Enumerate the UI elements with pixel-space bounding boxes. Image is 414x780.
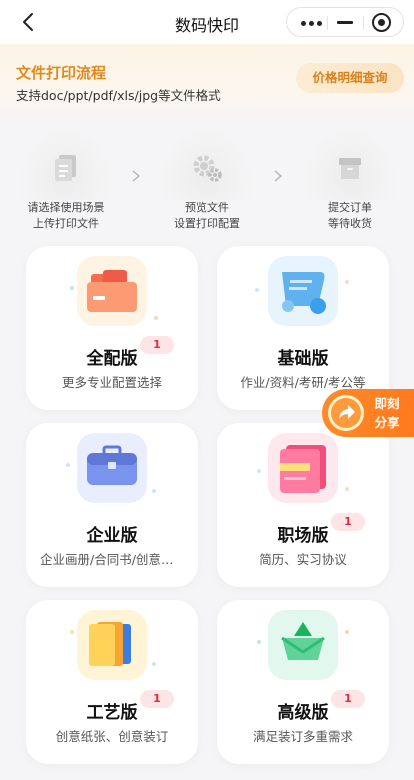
- scroll-icon: [282, 272, 326, 314]
- plan-description: 满足装订多重需求: [252, 729, 353, 744]
- count-badge: 1: [331, 513, 365, 531]
- step-label: 等待收货: [328, 217, 372, 230]
- step-label: 请选择使用场景: [27, 201, 105, 214]
- chevron-right-icon: [132, 170, 141, 182]
- plan-card-basic[interactable]: 基础版 作业/资料/考研/考公等: [217, 246, 389, 410]
- process-steps: 请选择使用场景 上传打印文件 预览文件 设置打印配置 提交订单 等待收货: [0, 124, 414, 236]
- step-label: 设置打印配置: [174, 217, 240, 230]
- step-upload: 请选择使用场景 上传打印文件: [6, 130, 126, 236]
- count-badge: 1: [140, 690, 174, 708]
- plan-description: 更多专业配置选择: [61, 375, 162, 390]
- banner-title: 文件打印流程: [16, 64, 107, 82]
- step-label: 上传打印文件: [33, 217, 99, 230]
- plan-card-enterprise[interactable]: 企业版 企业画册/合同书/创意设计: [26, 423, 198, 587]
- plan-card-workplace[interactable]: 职场版 1 简历、实习协议: [217, 423, 389, 587]
- mini-program-capsule: [286, 7, 404, 37]
- share-label: 即刻: [374, 396, 400, 411]
- plan-name: 企业版: [86, 526, 138, 546]
- plan-description: 简历、实习协议: [259, 552, 347, 567]
- share-label: 分享: [374, 415, 400, 430]
- plan-card-full[interactable]: 全配版 1 更多专业配置选择: [26, 246, 198, 410]
- share-float-button[interactable]: 即刻 分享: [322, 389, 414, 437]
- briefcase-icon: [87, 445, 137, 485]
- step-label: 提交订单: [328, 201, 372, 214]
- plan-name: 基础版: [277, 349, 329, 369]
- more-options-icon[interactable]: [301, 21, 323, 26]
- plan-description: 企业画册/合同书/创意设计: [40, 552, 184, 567]
- divider: [363, 16, 364, 30]
- price-details-button[interactable]: 价格明细查询: [296, 63, 404, 93]
- crown-icon: [281, 622, 325, 660]
- minimize-icon[interactable]: [337, 21, 353, 24]
- nav-bar: 数码快印: [0, 0, 414, 44]
- paper-stack-icon: [89, 622, 131, 666]
- box-icon: [339, 158, 361, 179]
- notebook-icon: [280, 445, 326, 493]
- print-flow-banner: 文件打印流程 支持doc/ppt/pdf/xls/jpg等文件格式 价格明细查询: [0, 44, 414, 118]
- folder-icon: [87, 270, 137, 312]
- chevron-right-icon: [274, 170, 283, 182]
- gear-icon: [193, 155, 222, 182]
- divider: [327, 16, 328, 30]
- plan-card-craft[interactable]: 工艺版 1 创意纸张、创意装订: [26, 600, 198, 764]
- step-preview: 预览文件 设置打印配置: [147, 130, 267, 236]
- close-target-icon[interactable]: [372, 13, 391, 32]
- step-submit: 提交订单 等待收货: [290, 130, 410, 236]
- plan-description: 创意纸张、创意装订: [55, 729, 169, 744]
- count-badge: 1: [331, 690, 365, 708]
- document-icon: [55, 155, 76, 181]
- step-label: 预览文件: [185, 201, 229, 214]
- plan-card-premium[interactable]: 高级版 1 满足装订多重需求: [217, 600, 389, 764]
- count-badge: 1: [140, 336, 174, 354]
- banner-subtitle: 支持doc/ppt/pdf/xls/jpg等文件格式: [16, 88, 221, 103]
- share-arrow-icon: [331, 398, 361, 428]
